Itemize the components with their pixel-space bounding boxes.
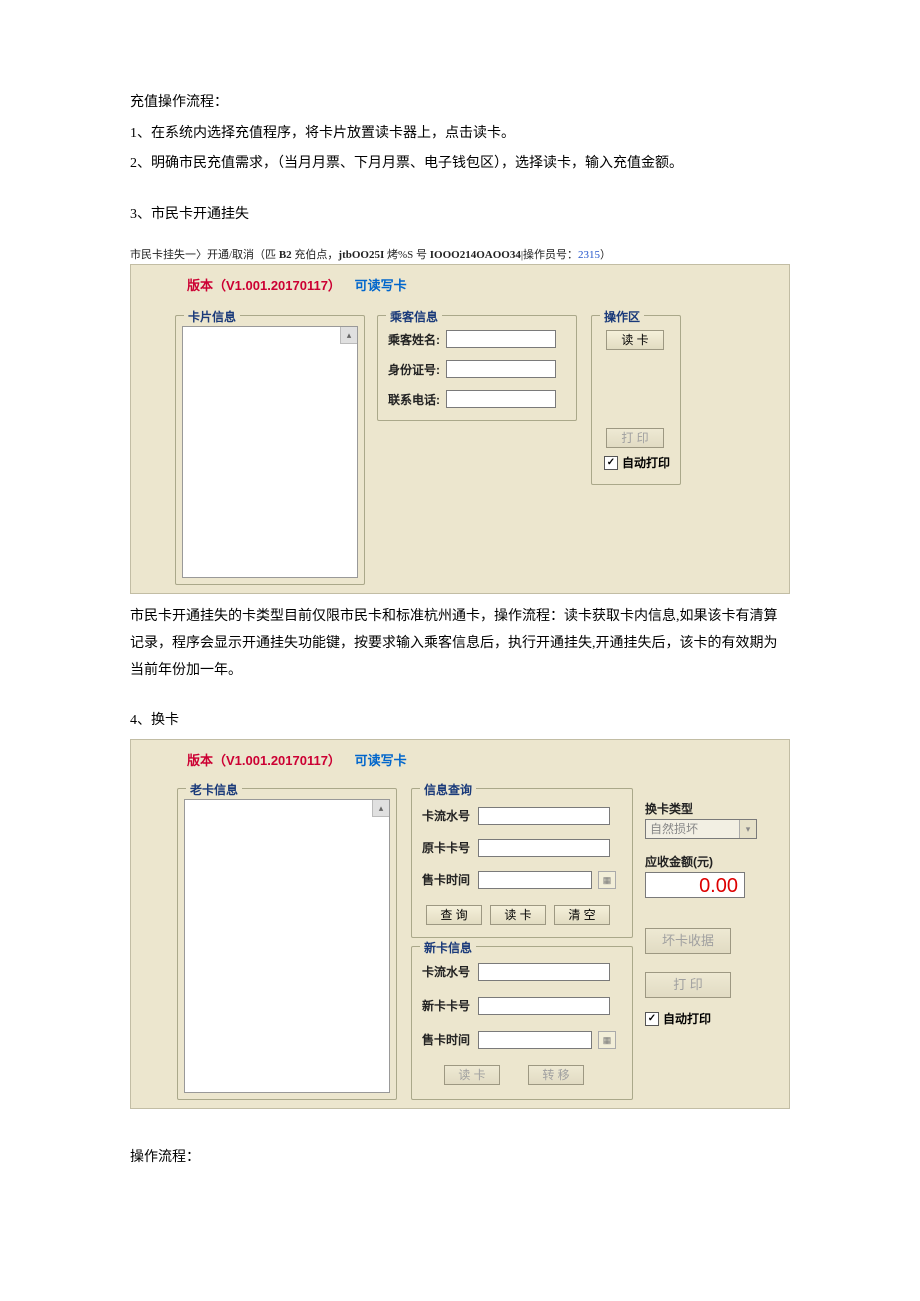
version-label-2: 版本（V1.001.20170117）: [187, 753, 341, 768]
scroll-up-icon-2[interactable]: ▴: [372, 800, 389, 817]
amount-due-label: 应收金额(元): [645, 853, 769, 870]
passenger-name-label: 乘客姓名:: [388, 331, 440, 348]
new-card-number-input[interactable]: [478, 997, 610, 1015]
transfer-button[interactable]: 转 移: [528, 1065, 584, 1085]
query-legend: 信息查询: [420, 781, 476, 798]
calendar-icon[interactable]: ▦: [598, 871, 616, 889]
change-card-panel: 版本（V1.001.20170117） 可读写卡 老卡信息 ▴ 信息查询 卡流水…: [130, 739, 790, 1109]
footer-heading: 操作流程：: [130, 1145, 790, 1172]
auto-print-checkbox-2[interactable]: ✓ 自动打印: [645, 1010, 711, 1027]
card-info-fieldset: 卡片信息 ▴: [175, 315, 365, 585]
orig-card-label: 原卡卡号: [422, 839, 472, 856]
panel1-caption: 市民卡挂失一〉开通/取消（匹 B2 充伯点，jtbOO25I 烤%S 号 IOO…: [130, 246, 790, 262]
recharge-title: 充值操作流程：: [130, 90, 790, 117]
passenger-info-legend: 乘客信息: [386, 308, 442, 325]
loss-report-panel: 版本（V1.001.20170117） 可读写卡 卡片信息 ▴ 乘客信息 乘客姓…: [130, 264, 790, 594]
card-info-list[interactable]: ▴: [182, 326, 358, 578]
read-card-button[interactable]: 读 卡: [606, 330, 664, 350]
bad-card-receipt-button[interactable]: 坏卡收据: [645, 928, 731, 954]
section-4-heading: 4、换卡: [130, 708, 790, 735]
old-card-legend: 老卡信息: [186, 781, 242, 798]
print-button[interactable]: 打 印: [606, 428, 664, 448]
new-serial-input[interactable]: [478, 963, 610, 981]
version-mode: 可读写卡: [355, 278, 407, 293]
phone-input[interactable]: [446, 390, 556, 408]
sale-time-label: 售卡时间: [422, 871, 472, 888]
new-card-fieldset: 新卡信息 卡流水号 新卡卡号 售卡时间 ▦ 读 卡 转 移: [411, 946, 633, 1100]
phone-label: 联系电话:: [388, 391, 440, 408]
orig-card-input[interactable]: [478, 839, 610, 857]
new-serial-label: 卡流水号: [422, 963, 472, 980]
ops-legend: 操作区: [600, 308, 644, 325]
query-button[interactable]: 查 询: [426, 905, 482, 925]
change-type-label: 换卡类型: [645, 800, 769, 817]
clear-button[interactable]: 清 空: [554, 905, 610, 925]
section-3-explain: 市民卡开通挂失的卡类型目前仅限市民卡和标准杭州通卡，操作流程：读卡获取卡内信息,…: [130, 604, 790, 684]
id-number-label: 身份证号:: [388, 361, 440, 378]
sale-time-input[interactable]: [478, 871, 592, 889]
new-card-legend: 新卡信息: [420, 939, 476, 956]
version-mode-2: 可读写卡: [355, 753, 407, 768]
read-card-button-2[interactable]: 读 卡: [490, 905, 546, 925]
new-sale-time-input[interactable]: [478, 1031, 592, 1049]
passenger-info-fieldset: 乘客信息 乘客姓名: 身份证号: 联系电话:: [377, 315, 577, 421]
query-fieldset: 信息查询 卡流水号 原卡卡号 售卡时间 ▦ 查 询 读 卡 清 空: [411, 788, 633, 938]
id-number-input[interactable]: [446, 360, 556, 378]
passenger-name-input[interactable]: [446, 330, 556, 348]
new-sale-time-label: 售卡时间: [422, 1031, 472, 1048]
card-info-legend: 卡片信息: [184, 308, 240, 325]
new-card-number-label: 新卡卡号: [422, 997, 472, 1014]
recharge-step-2: 2、明确市民充值需求，（当月月票、下月月票、电子钱包区），选择读卡，输入充值金额…: [130, 151, 790, 178]
section-3-heading: 3、市民卡开通挂失: [130, 202, 790, 229]
checkbox-icon: ✓: [604, 456, 618, 470]
ops-fieldset: 操作区 读 卡 打 印 ✓ 自动打印: [591, 315, 681, 485]
checkbox-icon-2: ✓: [645, 1012, 659, 1026]
chevron-down-icon[interactable]: ▾: [739, 820, 756, 838]
amount-due-value: 0.00: [645, 872, 745, 898]
new-read-card-button[interactable]: 读 卡: [444, 1065, 500, 1085]
old-card-fieldset: 老卡信息 ▴: [177, 788, 397, 1100]
old-card-list[interactable]: ▴: [184, 799, 390, 1093]
calendar-icon-2[interactable]: ▦: [598, 1031, 616, 1049]
card-serial-input[interactable]: [478, 807, 610, 825]
scroll-up-icon[interactable]: ▴: [340, 327, 357, 344]
auto-print-checkbox[interactable]: ✓ 自动打印: [604, 454, 670, 471]
card-serial-label: 卡流水号: [422, 807, 472, 824]
print-button-2[interactable]: 打 印: [645, 972, 731, 998]
version-label: 版本（V1.001.20170117）: [187, 278, 341, 293]
recharge-step-1: 1、在系统内选择充值程序，将卡片放置读卡器上，点击读卡。: [130, 121, 790, 148]
